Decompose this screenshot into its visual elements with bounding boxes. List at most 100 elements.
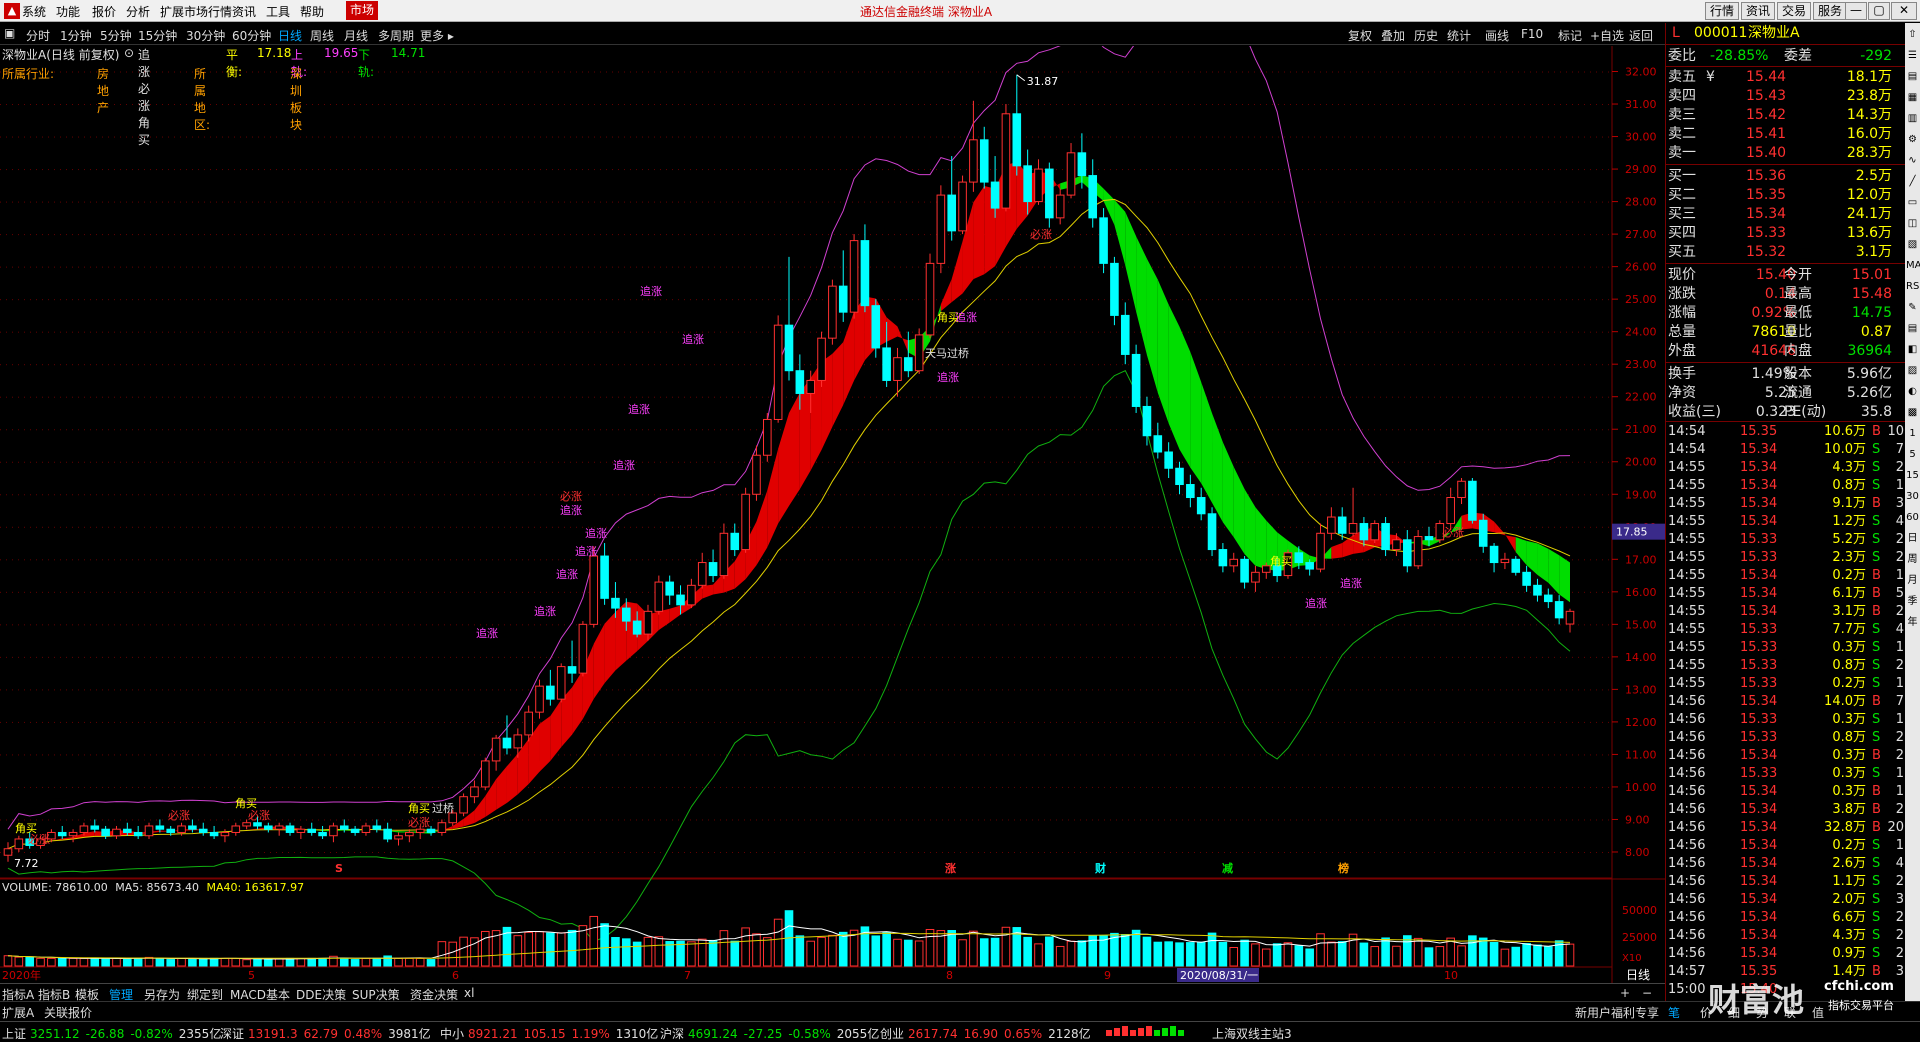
menu-item-2[interactable]: 报价 — [92, 3, 116, 20]
grid-dot — [300, 331, 301, 333]
grid-dot — [240, 266, 241, 268]
chart-icon[interactable]: ▣ — [4, 26, 15, 40]
grid-dot — [1008, 494, 1009, 496]
grid-dot — [30, 331, 31, 333]
top-button-0[interactable]: 行情 — [1705, 2, 1740, 20]
grid-dot — [360, 201, 361, 203]
grid-dot — [330, 299, 331, 301]
period-0[interactable]: 分时 — [26, 27, 50, 44]
grid-dot — [186, 266, 187, 268]
menu-item-1[interactable]: 功能 — [56, 3, 80, 20]
grid-dot — [858, 591, 859, 593]
grid-dot — [726, 71, 727, 73]
period-7[interactable]: 周线 — [310, 27, 334, 44]
grid-dot — [54, 656, 55, 658]
grid-dot — [690, 136, 691, 138]
grid-dot — [486, 169, 487, 171]
period-3[interactable]: 15分钟 — [138, 27, 177, 44]
grid-dot — [462, 104, 463, 106]
chart-tool-2[interactable]: 历史 — [1414, 27, 1438, 44]
grid-dot — [1608, 494, 1609, 496]
top-button-2[interactable]: 交易 — [1777, 2, 1812, 20]
period-1[interactable]: 1分钟 — [60, 27, 92, 44]
grid-dot — [948, 591, 949, 593]
grid-dot — [1086, 331, 1087, 333]
grid-dot — [252, 656, 253, 658]
menu-item-4[interactable]: 扩展市场行情 — [160, 3, 232, 20]
grid-dot — [1236, 201, 1237, 203]
grid-dot — [504, 591, 505, 593]
maximize-button[interactable]: ▢ — [1868, 2, 1890, 20]
chart-tool-5[interactable]: F10 — [1521, 27, 1543, 41]
grid-dot — [1044, 429, 1045, 431]
grid-dot — [1554, 299, 1555, 301]
grid-dot — [222, 624, 223, 626]
grid-dot — [126, 266, 127, 268]
grid-dot — [1182, 461, 1183, 463]
grid-dot — [366, 364, 367, 366]
grid-dot — [924, 429, 925, 431]
grid-dot — [1398, 104, 1399, 106]
grid-dot — [228, 494, 229, 496]
grid-dot — [804, 624, 805, 626]
grid-dot — [780, 624, 781, 626]
top-button-1[interactable]: 资讯 — [1741, 2, 1776, 20]
period-4[interactable]: 30分钟 — [186, 27, 225, 44]
grid-dot — [1344, 299, 1345, 301]
grid-dot — [1422, 461, 1423, 463]
chart-tool-3[interactable]: 统计 — [1447, 27, 1471, 44]
grid-dot — [408, 299, 409, 301]
grid-dot — [996, 136, 997, 138]
chart-tool-4[interactable]: 画线 — [1485, 27, 1509, 44]
grid-dot — [1392, 331, 1393, 333]
grid-dot — [1602, 591, 1603, 593]
period-10[interactable]: 更多 ▸ — [420, 27, 454, 44]
period-6[interactable]: 日线 — [278, 27, 302, 44]
grid-dot — [132, 526, 133, 528]
chart-tool-6[interactable]: 标记 — [1558, 27, 1582, 44]
grid-dot — [1398, 429, 1399, 431]
period-2[interactable]: 5分钟 — [100, 27, 132, 44]
grid-dot — [588, 104, 589, 106]
grid-dot — [1314, 331, 1315, 333]
chart-tool-7[interactable]: +自选 — [1590, 27, 1624, 44]
menu-item-5[interactable]: 资讯 — [232, 3, 256, 20]
top-button-3[interactable]: 服务 — [1813, 2, 1848, 20]
grid-dot — [348, 71, 349, 73]
grid-dot — [1578, 364, 1579, 366]
chart-tool-1[interactable]: 叠加 — [1381, 27, 1405, 44]
period-5[interactable]: 60分钟 — [232, 27, 271, 44]
grid-dot — [1542, 494, 1543, 496]
grid-dot — [126, 656, 127, 658]
grid-dot — [408, 201, 409, 203]
grid-dot — [276, 331, 277, 333]
grid-dot — [1416, 71, 1417, 73]
grid-dot — [792, 266, 793, 268]
grid-dot — [684, 266, 685, 268]
grid-dot — [750, 494, 751, 496]
grid-dot — [162, 71, 163, 73]
grid-dot — [390, 299, 391, 301]
kline-chart[interactable]: 32.0031.0030.0029.0028.0027.0026.0025.00… — [0, 46, 1665, 983]
chart-tool-8[interactable]: 返回 — [1629, 27, 1653, 44]
chart-tool-0[interactable]: 复权 — [1348, 27, 1372, 44]
grid-dot — [396, 526, 397, 528]
grid-dot — [1224, 266, 1225, 268]
grid-dot — [336, 136, 337, 138]
grid-dot — [444, 494, 445, 496]
close-button[interactable]: ✕ — [1891, 2, 1917, 20]
menu-item-6[interactable]: 工具 — [266, 3, 290, 20]
grid-dot — [648, 104, 649, 106]
menu-item-7[interactable]: 帮助 — [300, 3, 324, 20]
grid-dot — [438, 331, 439, 333]
grid-dot — [1104, 266, 1105, 268]
minimize-button[interactable]: — — [1845, 2, 1867, 20]
grid-dot — [522, 396, 523, 398]
grid-dot — [822, 299, 823, 301]
grid-dot — [1152, 559, 1153, 561]
period-8[interactable]: 月线 — [344, 27, 368, 44]
menu-item-0[interactable]: 系统 — [22, 3, 46, 20]
menu-item-8[interactable]: 市场 — [346, 1, 379, 20]
period-9[interactable]: 多周期 — [378, 27, 414, 44]
menu-item-3[interactable]: 分析 — [126, 3, 150, 20]
